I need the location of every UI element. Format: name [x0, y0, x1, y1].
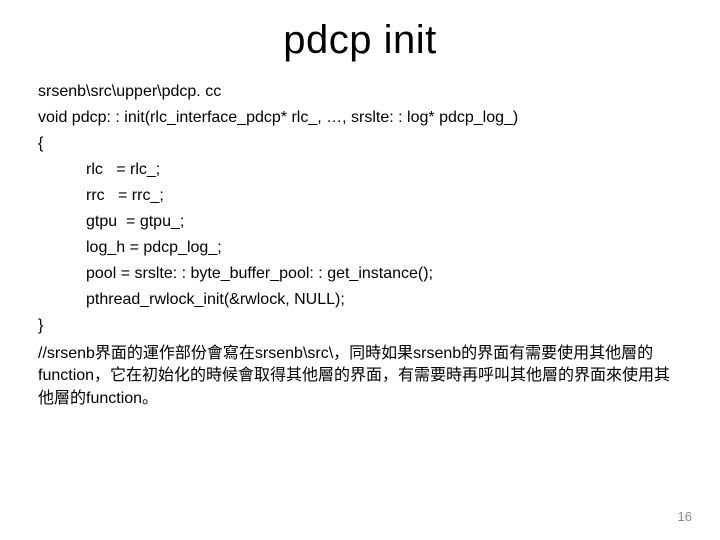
function-signature: void pdcp: : init(rlc_interface_pdcp* rl… [38, 109, 682, 127]
code-body: rlc = rlc_; rrc = rrc_; gtpu = gtpu_; lo… [38, 161, 682, 309]
code-line: gtpu = gtpu_; [86, 213, 682, 231]
brace-close: } [38, 317, 682, 335]
slide-title: pdcp init [38, 18, 682, 63]
code-line: pthread_rwlock_init(&rwlock, NULL); [86, 291, 682, 309]
code-line: rrc = rrc_; [86, 187, 682, 205]
code-line: pool = srslte: : byte_buffer_pool: : get… [86, 265, 682, 283]
code-line: log_h = pdcp_log_; [86, 239, 682, 257]
slide-content: pdcp init srsenb\src\upper\pdcp. cc void… [0, 0, 720, 410]
comment-text: //srsenb界面的運作部份會寫在srsenb\src\，同時如果srsenb… [38, 343, 682, 410]
file-path: srsenb\src\upper\pdcp. cc [38, 83, 682, 101]
code-line: rlc = rlc_; [86, 161, 682, 179]
page-number: 16 [678, 509, 692, 524]
brace-open: { [38, 135, 682, 153]
